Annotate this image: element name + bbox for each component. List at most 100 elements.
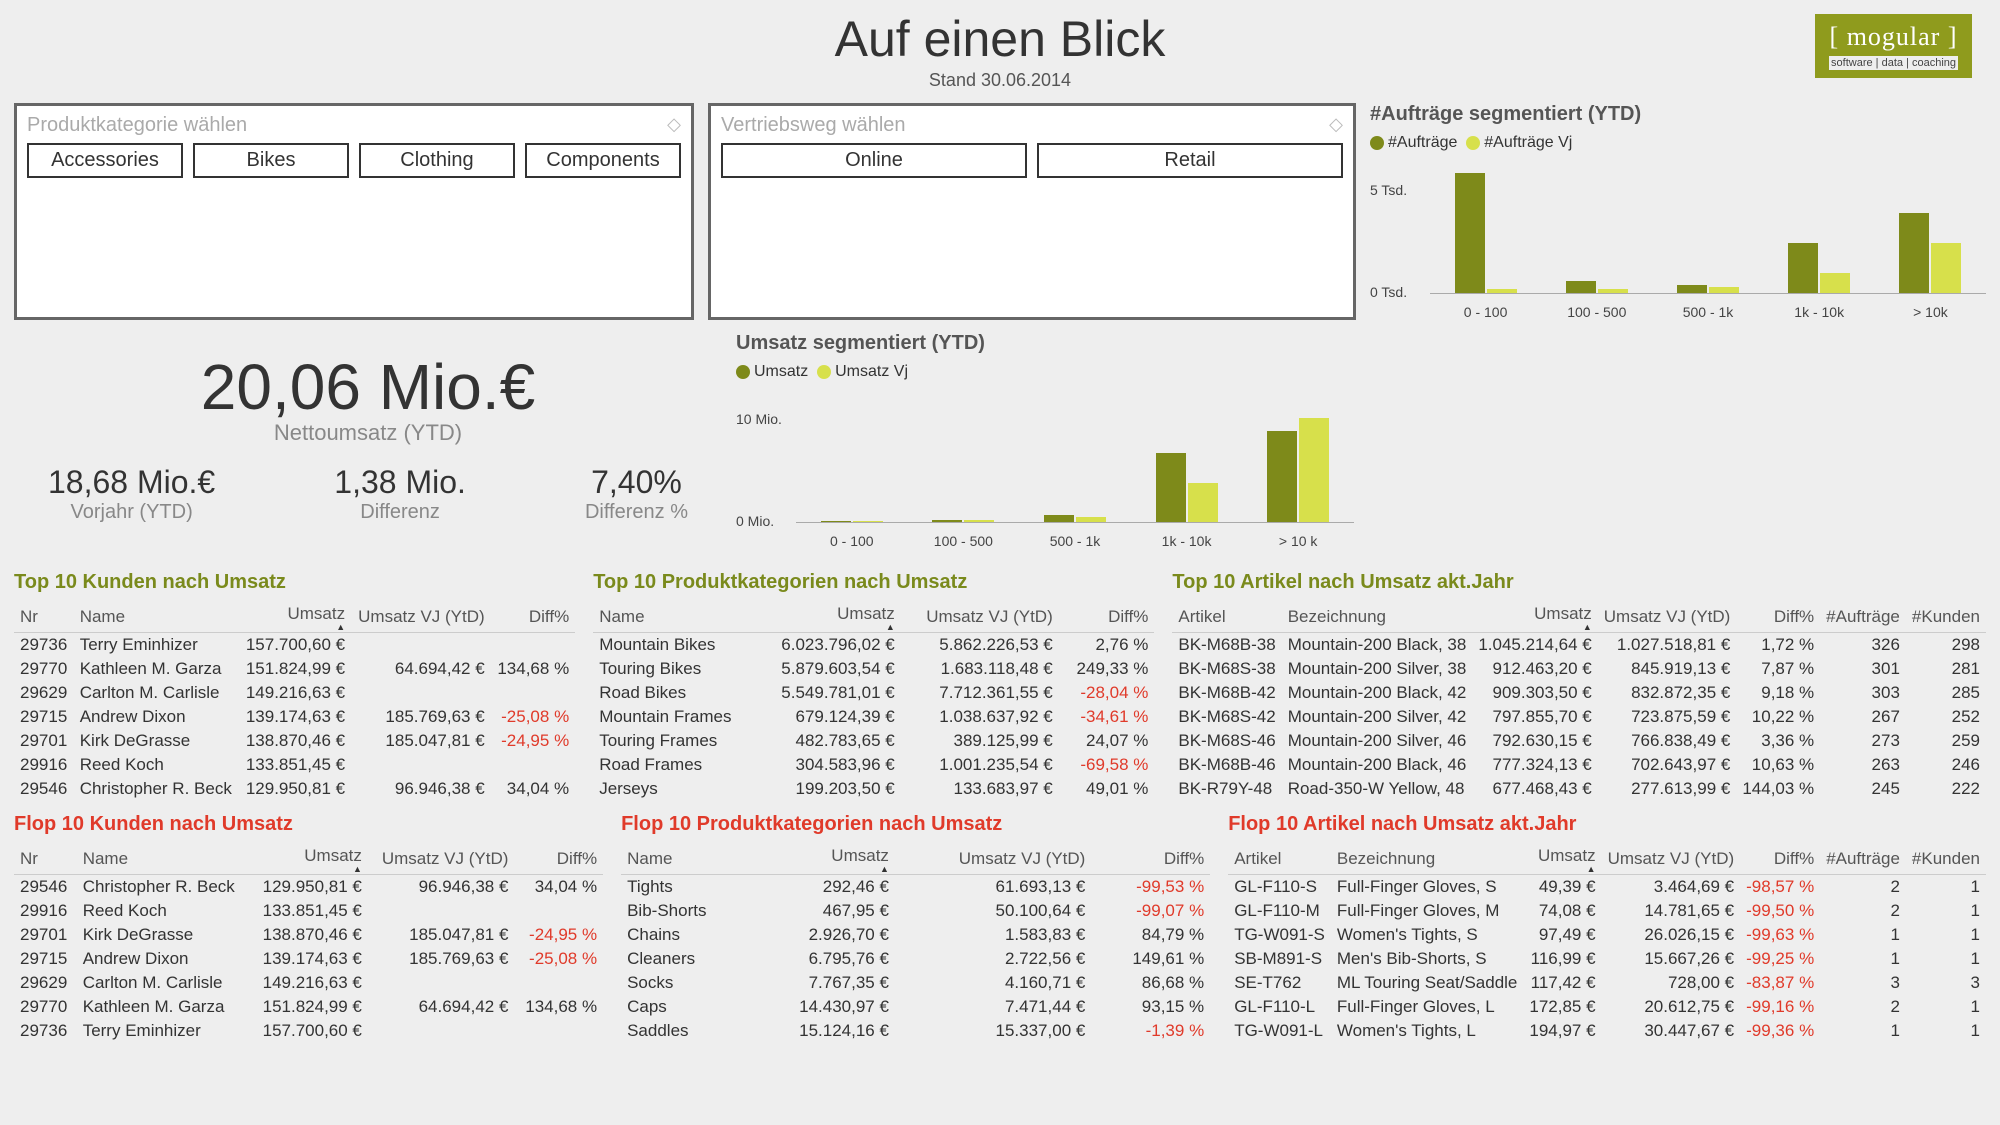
- col-header[interactable]: #Aufträge: [1820, 844, 1906, 875]
- table-row[interactable]: BK-M68S-38Mountain-200 Silver, 38912.463…: [1172, 657, 1986, 681]
- filter-online[interactable]: Online: [721, 143, 1027, 178]
- chart-revenue-plot: 10 Mio.0 Mio.0 - 100100 - 500500 - 1k1k …: [736, 389, 1354, 549]
- table-row[interactable]: TG-W091-LWomen's Tights, L194,97 €30.447…: [1228, 1019, 1986, 1043]
- col-header[interactable]: Umsatz VJ (YtD): [1602, 844, 1741, 875]
- table-row[interactable]: BK-M68S-46Mountain-200 Silver, 46792.630…: [1172, 729, 1986, 753]
- chart-orders-plot: 5 Tsd.0 Tsd.0 - 100100 - 500500 - 1k1k -…: [1370, 160, 1986, 320]
- table-row[interactable]: 29629Carlton M. Carlisle149.216,63 €: [14, 681, 575, 705]
- col-header[interactable]: Umsatz VJ (YtD): [351, 602, 491, 633]
- col-header[interactable]: Name: [77, 844, 251, 875]
- table-row[interactable]: Chains2.926,70 €1.583,83 €84,79 %: [621, 923, 1210, 947]
- table-row[interactable]: Touring Frames482.783,65 €389.125,99 €24…: [593, 729, 1154, 753]
- col-header[interactable]: Artikel: [1172, 602, 1281, 633]
- table-row[interactable]: 29736Terry Eminhizer157.700,60 €: [14, 1019, 603, 1043]
- table-top-kunden[interactable]: NrNameUmsatz▲Umsatz VJ (YtD)Diff%29736Te…: [14, 602, 575, 801]
- col-header[interactable]: Name: [621, 844, 751, 875]
- table-row[interactable]: SE-T762ML Touring Seat/Saddle117,42 €728…: [1228, 971, 1986, 995]
- table-row[interactable]: Caps14.430,97 €7.471,44 €93,15 %: [621, 995, 1210, 1019]
- clear-icon[interactable]: ◇: [667, 114, 681, 135]
- table-row[interactable]: 29701Kirk DeGrasse138.870,46 €185.047,81…: [14, 923, 603, 947]
- table-row[interactable]: Jerseys199.203,50 €133.683,97 €49,01 %: [593, 777, 1154, 801]
- col-header[interactable]: Diff%: [1091, 844, 1210, 875]
- col-header[interactable]: Name: [74, 602, 239, 633]
- table-row[interactable]: Cleaners6.795,76 €2.722,56 €149,61 %: [621, 947, 1210, 971]
- table-row[interactable]: Road Frames304.583,96 €1.001.235,54 €-69…: [593, 753, 1154, 777]
- table-row[interactable]: Saddles15.124,16 €15.337,00 €-1,39 %: [621, 1019, 1210, 1043]
- col-header[interactable]: Umsatz VJ (YtD): [901, 602, 1059, 633]
- col-header[interactable]: Umsatz VJ (YtD): [368, 844, 515, 875]
- col-header[interactable]: Umsatz▲: [250, 844, 368, 875]
- table-row[interactable]: 29715Andrew Dixon139.174,63 €185.769,63 …: [14, 947, 603, 971]
- table-row[interactable]: BK-M68B-42Mountain-200 Black, 42909.303,…: [1172, 681, 1986, 705]
- col-header[interactable]: Bezeichnung: [1282, 602, 1473, 633]
- table-row[interactable]: Touring Bikes5.879.603,54 €1.683.118,48 …: [593, 657, 1154, 681]
- table-flop-art[interactable]: ArtikelBezeichnungUmsatz▲Umsatz VJ (YtD)…: [1228, 844, 1986, 1043]
- filter-clothing[interactable]: Clothing: [359, 143, 515, 178]
- table-top-kat[interactable]: NameUmsatz▲Umsatz VJ (YtD)Diff%Mountain …: [593, 602, 1154, 801]
- col-header[interactable]: Umsatz▲: [751, 844, 895, 875]
- table-row[interactable]: 29629Carlton M. Carlisle149.216,63 €: [14, 971, 603, 995]
- table-row[interactable]: 29736Terry Eminhizer157.700,60 €: [14, 633, 575, 658]
- table-row[interactable]: 29770Kathleen M. Garza151.824,99 €64.694…: [14, 995, 603, 1019]
- table-row[interactable]: BK-M68B-46Mountain-200 Black, 46777.324,…: [1172, 753, 1986, 777]
- logo-name: [ mogular ]: [1829, 22, 1958, 52]
- filter-channel[interactable]: Vertriebsweg wählen ◇ Online Retail: [708, 103, 1356, 320]
- table-row[interactable]: GL-F110-MFull-Finger Gloves, M74,08 €14.…: [1228, 899, 1986, 923]
- col-header[interactable]: Diff%: [1740, 844, 1820, 875]
- col-header[interactable]: Umsatz▲: [1523, 844, 1601, 875]
- kpi-net-label: Nettoumsatz (YTD): [28, 420, 708, 446]
- table-row[interactable]: Tights292,46 €61.693,13 €-99,53 %: [621, 875, 1210, 900]
- table-row[interactable]: BK-R79Y-48Road-350-W Yellow, 48677.468,4…: [1172, 777, 1986, 801]
- col-header[interactable]: Umsatz VJ (YtD): [1598, 602, 1737, 633]
- table-row[interactable]: Bib-Shorts467,95 €50.100,64 €-99,07 %: [621, 899, 1210, 923]
- table-row[interactable]: 29916Reed Koch133.851,45 €: [14, 899, 603, 923]
- col-header[interactable]: Diff%: [1736, 602, 1820, 633]
- table-flop-kunden[interactable]: NrNameUmsatz▲Umsatz VJ (YtD)Diff%29546Ch…: [14, 844, 603, 1043]
- table-row[interactable]: SB-M891-SMen's Bib-Shorts, S116,99 €15.6…: [1228, 947, 1986, 971]
- col-header[interactable]: Nr: [14, 844, 77, 875]
- table-row[interactable]: GL-F110-LFull-Finger Gloves, L172,85 €20…: [1228, 995, 1986, 1019]
- table-row[interactable]: Road Bikes5.549.781,01 €7.712.361,55 €-2…: [593, 681, 1154, 705]
- col-header[interactable]: Umsatz▲: [758, 602, 901, 633]
- col-header[interactable]: Nr: [14, 602, 74, 633]
- filter-category-label: Produktkategorie wählen: [27, 114, 681, 137]
- col-header[interactable]: Umsatz▲: [239, 602, 351, 633]
- col-header[interactable]: Diff%: [514, 844, 603, 875]
- col-header[interactable]: Umsatz VJ (YtD): [895, 844, 1091, 875]
- table-row[interactable]: 29715Andrew Dixon139.174,63 €185.769,63 …: [14, 705, 575, 729]
- table-row[interactable]: BK-M68S-42Mountain-200 Silver, 42797.855…: [1172, 705, 1986, 729]
- filter-retail[interactable]: Retail: [1037, 143, 1343, 178]
- filter-bikes[interactable]: Bikes: [193, 143, 349, 178]
- table-row[interactable]: Mountain Bikes6.023.796,02 €5.862.226,53…: [593, 633, 1154, 658]
- col-header[interactable]: Name: [593, 602, 758, 633]
- chart-orders-legend: #Aufträge #Aufträge Vj: [1370, 134, 1986, 152]
- col-header[interactable]: Bezeichnung: [1331, 844, 1524, 875]
- col-header[interactable]: #Aufträge: [1820, 602, 1906, 633]
- col-header[interactable]: Artikel: [1228, 844, 1331, 875]
- clear-icon[interactable]: ◇: [1329, 114, 1343, 135]
- table-row[interactable]: TG-W091-SWomen's Tights, S97,49 €26.026,…: [1228, 923, 1986, 947]
- col-header[interactable]: Diff%: [1059, 602, 1155, 633]
- title-top-kunden: Top 10 Kunden nach Umsatz: [14, 571, 575, 594]
- title-top-art: Top 10 Artikel nach Umsatz akt.Jahr: [1172, 571, 1986, 594]
- table-row[interactable]: Socks7.767,35 €4.160,71 €86,68 %: [621, 971, 1210, 995]
- filter-components[interactable]: Components: [525, 143, 681, 178]
- filter-channel-label: Vertriebsweg wählen: [721, 114, 1343, 137]
- table-row[interactable]: 29546Christopher R. Beck129.950,81 €96.9…: [14, 777, 575, 801]
- table-row[interactable]: GL-F110-SFull-Finger Gloves, S49,39 €3.4…: [1228, 875, 1986, 900]
- table-row[interactable]: 29546Christopher R. Beck129.950,81 €96.9…: [14, 875, 603, 900]
- table-top-art[interactable]: ArtikelBezeichnungUmsatz▲Umsatz VJ (YtD)…: [1172, 602, 1986, 801]
- col-header[interactable]: Diff%: [491, 602, 576, 633]
- table-row[interactable]: BK-M68B-38Mountain-200 Black, 381.045.21…: [1172, 633, 1986, 658]
- col-header[interactable]: #Kunden: [1906, 844, 1986, 875]
- table-flop-kat[interactable]: NameUmsatz▲Umsatz VJ (YtD)Diff%Tights292…: [621, 844, 1210, 1043]
- table-row[interactable]: 29916Reed Koch133.851,45 €: [14, 753, 575, 777]
- table-row[interactable]: 29770Kathleen M. Garza151.824,99 €64.694…: [14, 657, 575, 681]
- col-header[interactable]: Umsatz▲: [1472, 602, 1597, 633]
- table-row[interactable]: 29701Kirk DeGrasse138.870,46 €185.047,81…: [14, 729, 575, 753]
- filter-category[interactable]: Produktkategorie wählen ◇ Accessories Bi…: [14, 103, 694, 320]
- page-title: Auf einen Blick: [0, 0, 2000, 68]
- filter-accessories[interactable]: Accessories: [27, 143, 183, 178]
- table-row[interactable]: Mountain Frames679.124,39 €1.038.637,92 …: [593, 705, 1154, 729]
- col-header[interactable]: #Kunden: [1906, 602, 1986, 633]
